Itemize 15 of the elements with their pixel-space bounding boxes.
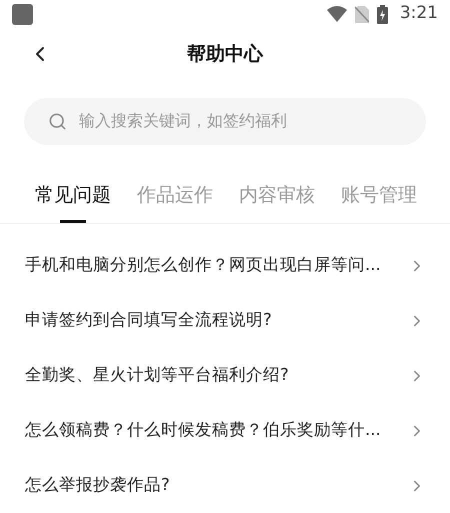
status-time: 3:21	[400, 2, 438, 26]
question-item[interactable]: 怎么举报抄袭作品?	[0, 458, 450, 513]
no-sim-icon	[354, 6, 369, 23]
wifi-icon	[326, 6, 347, 22]
question-item[interactable]: 怎么领稿费？什么时候发稿费？伯乐奖励等什...	[0, 403, 450, 458]
search-icon	[48, 112, 67, 130]
search-bar[interactable]: 输入搜索关键词，如签约福利	[24, 98, 426, 144]
question-item[interactable]: 手机和电脑分别怎么创作？网页出现白屏等问...	[0, 238, 450, 293]
page-title: 帮助中心	[187, 42, 263, 67]
tab[interactable]: 常见问题	[35, 180, 111, 223]
search-field[interactable]: 输入搜索关键词，如签约福利	[79, 109, 402, 133]
battery-icon	[376, 4, 388, 24]
app-icon	[12, 4, 33, 25]
question-item[interactable]: 申请签约到合同填写全流程说明?	[0, 293, 450, 348]
question-item[interactable]: 全勤奖、星火计划等平台福利介绍?	[0, 348, 450, 403]
